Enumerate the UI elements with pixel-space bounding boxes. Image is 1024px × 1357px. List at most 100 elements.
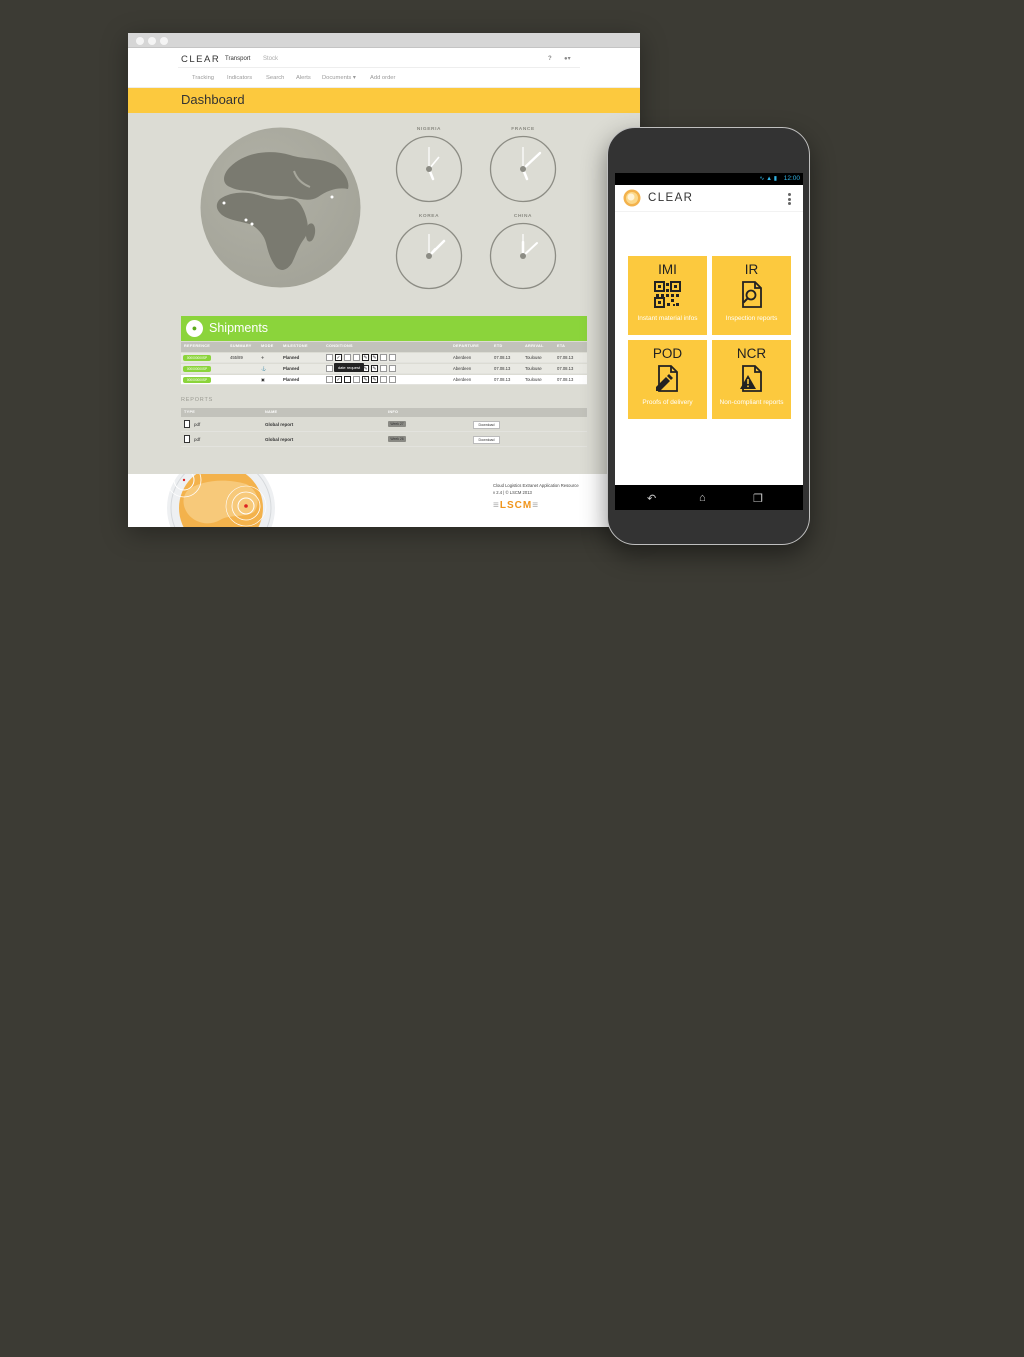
document-edit-icon — [656, 365, 678, 392]
overflow-menu-icon[interactable] — [788, 193, 791, 205]
page-footer: Cloud Logistics Extranet Application Res… — [128, 474, 640, 527]
tile-pod[interactable]: POD Proofs of delivery — [628, 340, 707, 419]
reference-badge[interactable]: 000000000SP — [183, 355, 211, 361]
link-icon[interactable] — [389, 354, 396, 361]
location-pin-icon: ● — [186, 320, 203, 337]
link-icon[interactable] — [389, 365, 396, 372]
document-icon[interactable] — [326, 365, 333, 372]
brand-logo[interactable]: CLEAR — [181, 54, 220, 65]
clock-france: FRANCE — [489, 127, 557, 203]
edit-icon[interactable]: ✎ — [371, 354, 378, 361]
checkbox-icon[interactable]: ✓ — [335, 354, 342, 361]
android-nav-bar: ↶ ⌂ ❐ — [615, 485, 803, 510]
app-title: CLEAR — [648, 192, 694, 204]
tile-code: NCR — [736, 346, 767, 361]
tile-ncr[interactable]: NCR Non-compliant reports — [712, 340, 791, 419]
document-warning-icon — [740, 365, 762, 392]
col-name[interactable]: NAME — [265, 410, 277, 414]
col-eta[interactable]: ETA — [557, 344, 565, 348]
clock-face-icon — [395, 222, 463, 290]
plane-icon: ✈ — [261, 355, 265, 360]
reference-badge[interactable]: 000000000SP — [183, 377, 211, 383]
subnav-search[interactable]: Search — [266, 75, 284, 81]
nav-divider — [178, 67, 580, 68]
recent-apps-icon[interactable]: ❐ — [753, 492, 763, 505]
table-row[interactable]: 000000000SP ⚓ Planned ✓ ✎ ✎ Aberdeen 07.… — [181, 364, 587, 374]
document-icon[interactable] — [326, 354, 333, 361]
calendar-icon[interactable] — [344, 376, 351, 383]
eta-cell: 07.08.13 — [557, 377, 574, 382]
report-name[interactable]: Global report — [265, 437, 293, 442]
warning-icon[interactable] — [380, 354, 387, 361]
warning-icon[interactable] — [380, 376, 387, 383]
report-type: pdf — [194, 437, 201, 442]
list-icon[interactable] — [353, 376, 360, 383]
document-icon[interactable] — [326, 376, 333, 383]
desktop-browser-window: CLEAR Transport Stock ? ●▾ Tracking Indi… — [128, 33, 640, 527]
link-icon[interactable] — [389, 376, 396, 383]
subnav-tracking[interactable]: Tracking — [192, 75, 214, 81]
status-bar: ∿ ▲ ▮ 12:00 — [615, 173, 803, 185]
edit-icon[interactable]: ✎ — [371, 365, 378, 372]
departure-cell: Aberdeen — [453, 366, 472, 371]
tab-transport[interactable]: Transport — [225, 56, 250, 62]
subnav-add-order[interactable]: Add order — [370, 75, 395, 81]
etd-cell: 07.08.13 — [494, 366, 511, 371]
calendar-icon[interactable] — [344, 354, 351, 361]
list-icon[interactable] — [353, 354, 360, 361]
subnav-alerts[interactable]: Alerts — [296, 75, 311, 81]
clock-label: NIGERIA — [416, 127, 442, 132]
table-row[interactable]: 000000000SP 455/89 ✈ Planned ✓ ✎ ✎ Aberd… — [181, 353, 587, 363]
subnav-documents-dropdown[interactable]: Documents ▾ — [322, 75, 356, 81]
app-bar: CLEAR — [615, 185, 803, 212]
col-milestone[interactable]: MILESTONE — [283, 344, 308, 348]
window-minimize-dot[interactable] — [148, 37, 156, 45]
clock-label: KOREA — [418, 214, 440, 219]
col-mode[interactable]: MODE — [261, 344, 274, 348]
logo-stripes: ≡ — [532, 500, 540, 511]
page-title: Dashboard — [181, 92, 245, 107]
home-icon[interactable]: ⌂ — [699, 492, 706, 504]
clock-face-icon — [489, 135, 557, 203]
col-conditions[interactable]: CONDITIONS — [326, 344, 353, 348]
checkbox-icon[interactable]: ✓ — [335, 376, 342, 383]
table-row[interactable]: 000000000SP ▣ Planned ✓ ✎ ✎ Aberdeen 07.… — [181, 375, 587, 385]
conditions-icons: ✓ ✎ ✎ — [326, 354, 396, 362]
table-row[interactable]: pdf Global report Week 26 Download — [181, 433, 587, 447]
clock-face-icon — [395, 135, 463, 203]
col-departure[interactable]: DEPARTURE — [453, 344, 479, 348]
qr-code-icon — [654, 281, 681, 308]
edit-icon[interactable]: ✎ — [362, 354, 369, 361]
col-reference[interactable]: REFERENCE — [184, 344, 210, 348]
col-arrival[interactable]: ARRIVAL — [525, 344, 544, 348]
edit-icon[interactable]: ✎ — [362, 376, 369, 383]
col-etd[interactable]: ETD — [494, 344, 503, 348]
report-name[interactable]: Global report — [265, 422, 293, 427]
edit-icon[interactable]: ✎ — [371, 376, 378, 383]
download-button[interactable]: Download — [473, 421, 500, 429]
document-search-icon — [742, 281, 762, 308]
window-close-dot[interactable] — [136, 37, 144, 45]
col-summary[interactable]: SUMMARY — [230, 344, 252, 348]
help-icon[interactable]: ? — [548, 56, 552, 62]
arrival-cell: Toulouse — [525, 377, 542, 382]
tile-code: IMI — [658, 262, 677, 277]
col-type[interactable]: TYPE — [184, 410, 195, 414]
tile-ir[interactable]: IR Inspection reports — [712, 256, 791, 335]
table-row[interactable]: pdf Global report Week 27 Download — [181, 418, 587, 432]
tab-stock[interactable]: Stock — [263, 56, 278, 62]
shipments-title: Shipments — [209, 321, 269, 335]
warning-icon[interactable] — [380, 365, 387, 372]
tile-imi[interactable]: IMI Instant material infos — [628, 256, 707, 335]
conditions-icons: ✓ ✎ ✎ — [326, 376, 396, 384]
download-button[interactable]: Download — [473, 436, 500, 444]
user-menu-icon[interactable]: ●▾ — [564, 55, 571, 62]
truck-icon: ▣ — [261, 377, 265, 382]
col-info[interactable]: INFO — [388, 410, 398, 414]
back-icon[interactable]: ↶ — [647, 492, 656, 505]
subnav-indicators[interactable]: Indicators — [227, 75, 252, 81]
ship-icon: ⚓ — [261, 366, 267, 371]
tile-caption: Proofs of delivery — [642, 399, 693, 406]
window-maximize-dot[interactable] — [160, 37, 168, 45]
reference-badge[interactable]: 000000000SP — [183, 366, 211, 372]
